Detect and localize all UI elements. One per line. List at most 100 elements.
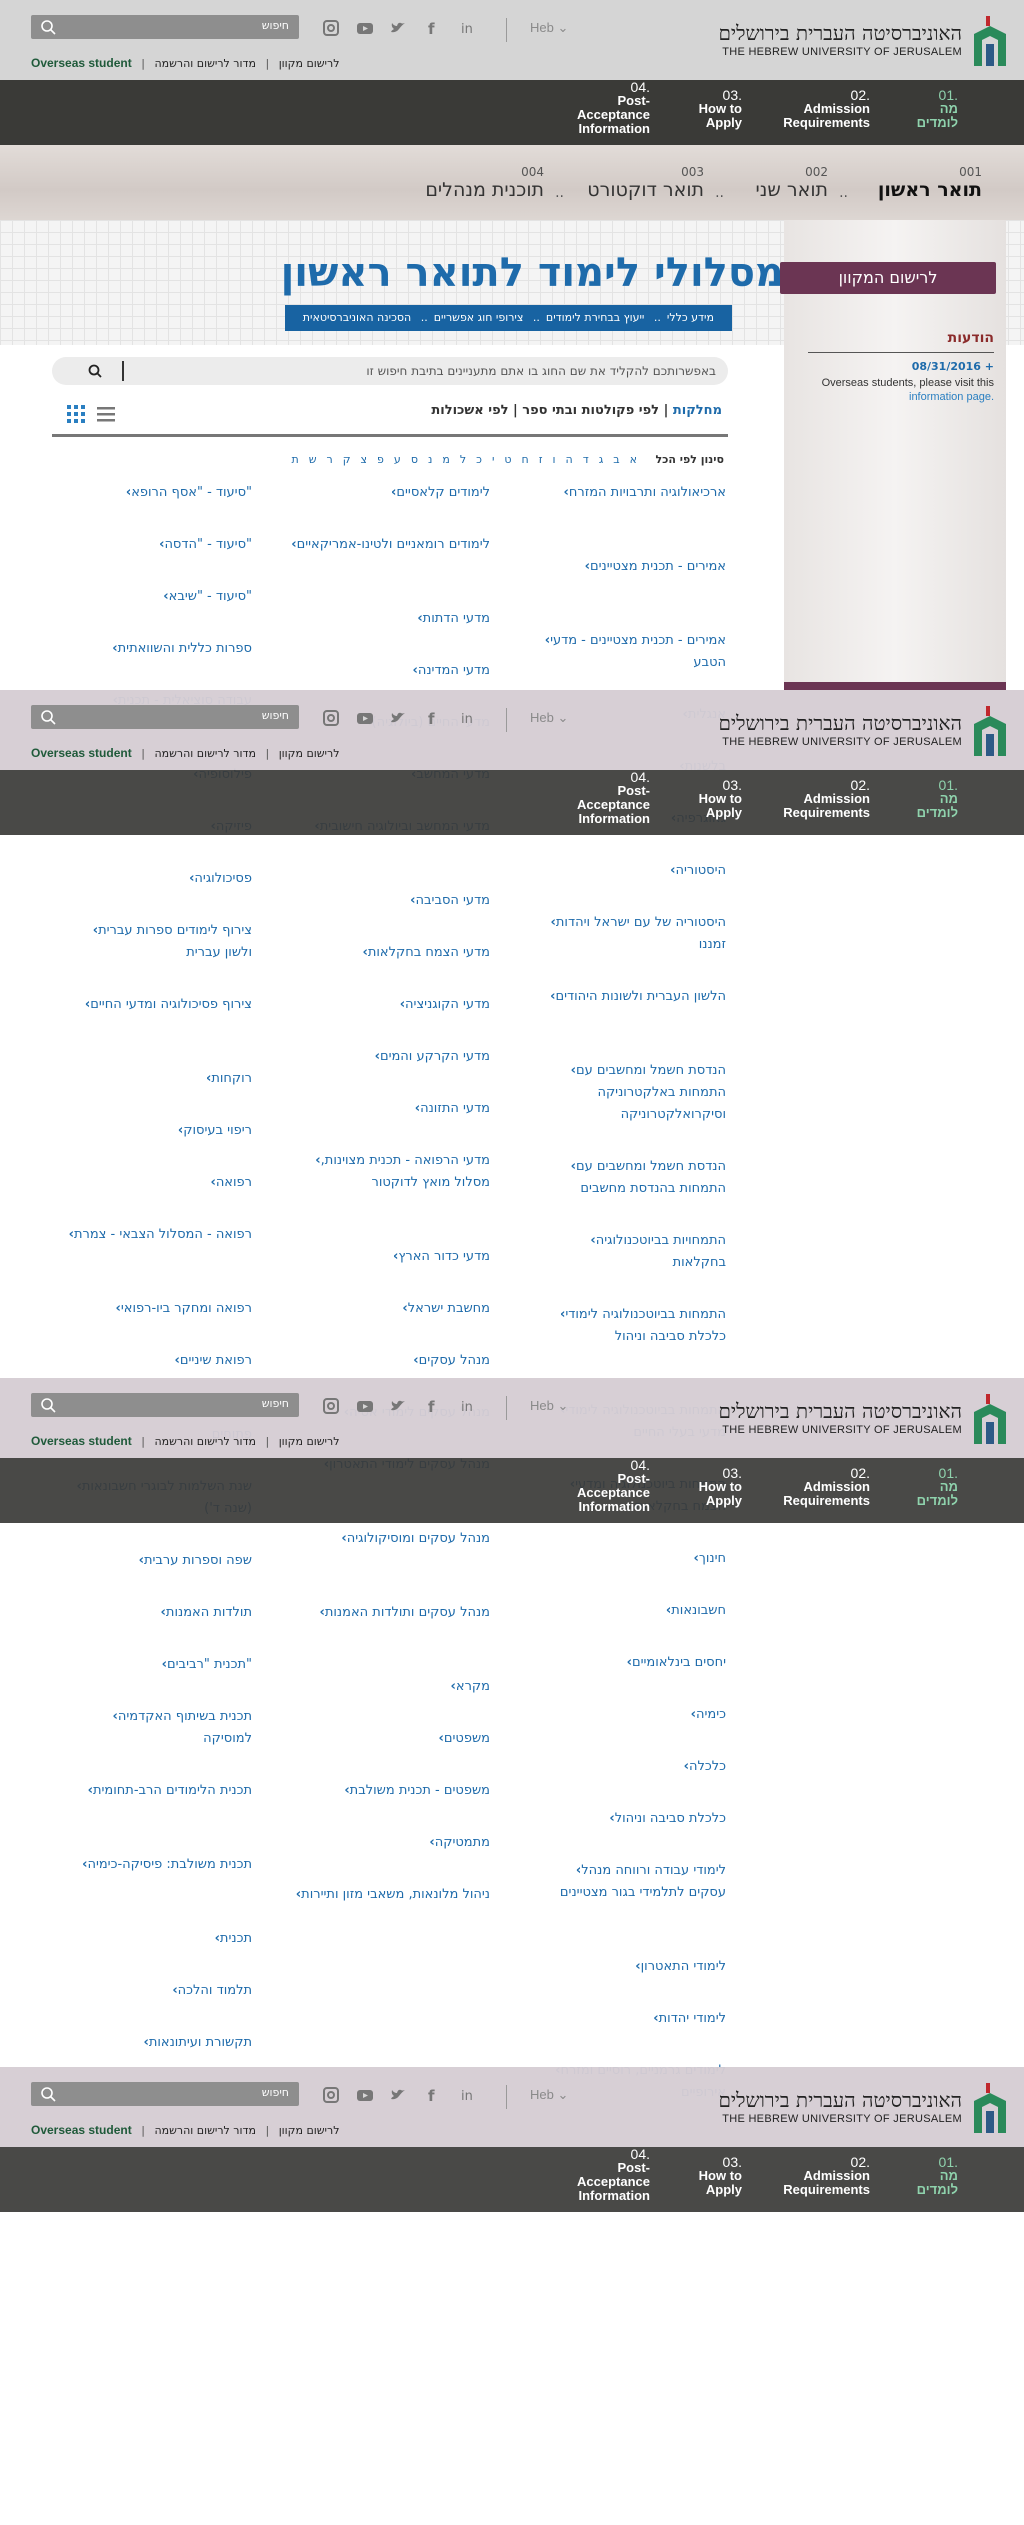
alphabet-letter[interactable]: ז	[539, 453, 543, 466]
course-link[interactable]: ‹כימיה	[536, 1704, 726, 1726]
alphabet-letter[interactable]: י	[492, 453, 494, 466]
course-link[interactable]: ‹מקרא	[280, 1676, 490, 1698]
alphabet-letter[interactable]: ק	[343, 453, 351, 466]
course-link[interactable]: ‹הנדסת חשמל ומחשבים עם התמחות באלקטרוניק…	[536, 1060, 726, 1126]
course-link[interactable]: ‹פסיכולוגיה	[62, 868, 252, 890]
course-link[interactable]: ‹כלכלת סביבה וניהול	[536, 1808, 726, 1830]
alphabet-letter[interactable]: צ	[361, 453, 368, 466]
course-link[interactable]: ‹התמחויות בביוטכנולוגיה בחקלאות	[536, 1230, 726, 1274]
site-search-input[interactable]: חיפוש	[31, 705, 299, 729]
online-registration-link[interactable]: לרישום מקוון	[279, 747, 340, 760]
overseas-student-link[interactable]: Overseas student	[31, 2123, 132, 2137]
site-search-input[interactable]: חיפוש	[31, 1393, 299, 1417]
course-link[interactable]: ‹רפואת שיניים	[62, 1350, 253, 1372]
alphabet-letter[interactable]: ע	[394, 453, 401, 466]
linkedin-icon[interactable]: in	[457, 708, 477, 728]
admission-office-link[interactable]: מדור לרישום והרשמה	[154, 57, 256, 70]
course-link[interactable]: ‹משפטים	[280, 1728, 490, 1750]
twitter-icon[interactable]	[388, 18, 408, 38]
overseas-student-link[interactable]: Overseas student	[31, 1434, 132, 1448]
alphabet-letter[interactable]: ת	[291, 453, 298, 466]
twitter-icon[interactable]	[388, 1396, 408, 1416]
news-info-link[interactable]: information page.	[909, 391, 994, 403]
course-link[interactable]: ‹היסטוריה של עם ישראל ויהדות זמננו	[536, 912, 726, 956]
course-link[interactable]: ‹מדעי הרפואה - תכנית מצוינות, מסלול מואץ…	[280, 1150, 490, 1194]
tab-master[interactable]: 002 תואר שני	[756, 165, 828, 201]
language-selector[interactable]: Heb ⌄	[530, 20, 568, 36]
alphabet-letter[interactable]: ג	[599, 453, 604, 466]
nav-how-to-apply[interactable]: 03. How to Apply	[699, 2155, 742, 2197]
alphabet-filter-label[interactable]: סינון לפי הכל	[656, 453, 724, 466]
course-link[interactable]: ‹מחשבת ישראל	[280, 1298, 490, 1320]
course-link[interactable]: ‹תקשורת ועיתונאות	[62, 2032, 252, 2054]
ribbon-link-advice[interactable]: ייעוץ בבחירת לימודים	[546, 311, 644, 324]
overseas-student-link[interactable]: Overseas student	[31, 56, 132, 70]
course-link[interactable]: ‹רפואה ומחקר ביו-רפואי	[62, 1298, 252, 1320]
nav-admission-requirements[interactable]: 02. Admission Requirements	[783, 778, 870, 820]
course-link[interactable]: ‹הלשון העברית ולשונות היהודים	[536, 986, 726, 1008]
course-link[interactable]: ‹מדעי הדתות	[280, 608, 490, 630]
instagram-icon[interactable]	[321, 1396, 341, 1416]
filter-clusters[interactable]: לפי אשכולות	[431, 403, 508, 418]
search-icon[interactable]	[39, 708, 57, 726]
course-link[interactable]: ‹מדעי הקוגניציה	[280, 994, 490, 1016]
grid-view-icon[interactable]	[66, 404, 86, 424]
course-link[interactable]: ‹שפה וספרות ערבית	[62, 1550, 252, 1572]
language-selector[interactable]: Heb ⌄	[530, 2087, 568, 2103]
alphabet-letter[interactable]: ח	[522, 453, 529, 466]
admission-office-link[interactable]: מדור לרישום והרשמה	[154, 2124, 256, 2137]
facebook-icon[interactable]: f	[422, 2085, 442, 2105]
online-registration-link[interactable]: לרישום מקוון	[279, 57, 340, 70]
alphabet-letter[interactable]: ס	[411, 453, 418, 466]
ribbon-link-general[interactable]: מידע כללי	[667, 311, 714, 324]
course-link[interactable]: ‹ריפוי בעיסוק	[62, 1120, 252, 1142]
linkedin-icon[interactable]: in	[457, 2085, 477, 2105]
alphabet-letter[interactable]: ב	[613, 453, 619, 466]
admission-office-link[interactable]: מדור לרישום והרשמה	[154, 1435, 256, 1448]
ribbon-link-combinations[interactable]: צירופי חוג אפשריים	[434, 311, 524, 324]
youtube-icon[interactable]	[355, 708, 375, 728]
tab-executive[interactable]: 004 תוכנית מנהלים	[425, 165, 544, 201]
course-link[interactable]: ‹רפואה	[62, 1172, 252, 1194]
course-link[interactable]: ‹מדעי המדינה	[280, 660, 491, 682]
youtube-icon[interactable]	[355, 18, 375, 38]
course-link[interactable]: ‹לימודים רומאניים ולטינו-אמריקאיים	[280, 534, 490, 556]
course-link[interactable]: ‹רוקחות	[62, 1068, 252, 1090]
alphabet-letter[interactable]: ר	[326, 453, 332, 466]
site-search-input[interactable]: חיפוש	[31, 2082, 299, 2106]
course-link[interactable]: ‹אמירים - תכנית מצטיינים - מדעי הטבע	[536, 630, 726, 674]
twitter-icon[interactable]	[388, 2085, 408, 2105]
course-link[interactable]: ‹תכנית משולבת: פיסיקה-כימיה	[62, 1854, 252, 1876]
nav-post-acceptance[interactable]: 04. Post- Acceptance Information	[577, 80, 650, 136]
nav-how-to-apply[interactable]: 03. How to Apply	[699, 1466, 742, 1508]
course-search-input[interactable]: באפשרותכם להקליד את שם החוג בו אתם מתעני…	[52, 357, 728, 385]
youtube-icon[interactable]	[355, 2085, 375, 2105]
course-link[interactable]: ‹תלמוד והלכה	[62, 1980, 252, 2002]
nav-what-to-study[interactable]: 01. מה לומדים	[917, 778, 958, 820]
course-link[interactable]: ‹לימודי התאטרון	[536, 1956, 726, 1978]
course-link[interactable]: ‹מדעי הסביבה	[280, 890, 490, 912]
linkedin-icon[interactable]: in	[457, 18, 477, 38]
course-link[interactable]: ‹אמירים - תכנית מצטיינים	[536, 556, 726, 578]
course-link[interactable]: ‹ניהול מלונאות, משאבי מזון ותיירות	[280, 1884, 490, 1906]
search-button[interactable]: חיפוש	[262, 1397, 289, 1410]
course-link[interactable]: ‹מתמטיקה	[280, 1832, 490, 1854]
course-link[interactable]: ‹מדעי התזונה	[280, 1098, 490, 1120]
course-link[interactable]: ‹סיעוד - "שיבא"	[62, 586, 252, 608]
search-icon[interactable]	[39, 1396, 57, 1414]
nav-what-to-study[interactable]: 01. מה לומדים	[917, 2155, 958, 2197]
course-link[interactable]: ‹מנהל עסקים	[280, 1350, 490, 1372]
instagram-icon[interactable]	[321, 2085, 341, 2105]
alphabet-letter[interactable]: פ	[377, 453, 384, 466]
course-link[interactable]: ‹יחסים בינלאומיים	[536, 1652, 726, 1674]
online-registration-link[interactable]: לרישום מקוון	[279, 1435, 340, 1448]
alphabet-letter[interactable]: ט	[504, 453, 511, 466]
nav-post-acceptance[interactable]: 04. Post- Acceptance Information	[577, 770, 650, 826]
course-link[interactable]: ‹הנדסת חשמל ומחשבים עם התמחות בהנדסת מחש…	[536, 1156, 726, 1200]
course-link[interactable]: ‹סיעוד - "הדסה"	[62, 534, 252, 556]
nav-what-to-study[interactable]: 01. מה לומדים	[917, 88, 958, 130]
filter-faculties[interactable]: לפי פקולטות ובתי ספר	[522, 403, 659, 418]
search-icon[interactable]	[39, 2085, 57, 2103]
facebook-icon[interactable]: f	[422, 708, 442, 728]
instagram-icon[interactable]	[321, 18, 341, 38]
